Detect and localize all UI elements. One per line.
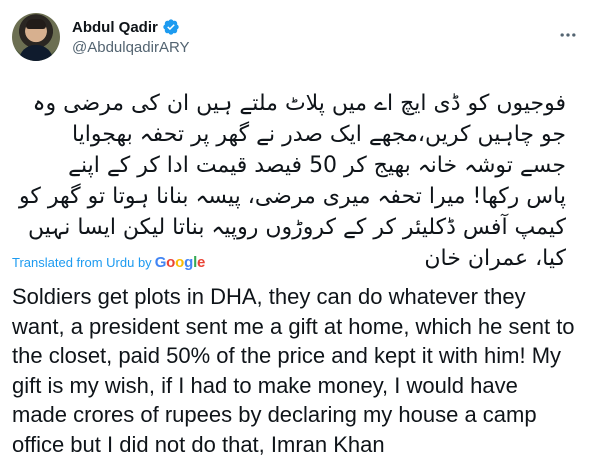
display-name[interactable]: Abdul Qadir bbox=[72, 19, 158, 36]
more-options-icon[interactable] bbox=[558, 25, 578, 50]
avatar-hair bbox=[26, 19, 46, 29]
user-handle[interactable]: @AbdulqadirARY bbox=[72, 39, 190, 56]
translation-attribution[interactable]: Translated from Urdu by Google bbox=[12, 254, 205, 271]
tweet-header: Abdul Qadir @AbdulqadirARY bbox=[12, 9, 578, 67]
avatar-body bbox=[19, 45, 53, 61]
verified-badge-icon bbox=[162, 18, 180, 36]
tweet-original-text: فوجیوں کو ڈی ایچ اے میں پلاٹ ملتے ہیں ان… bbox=[19, 91, 566, 271]
avatar[interactable] bbox=[12, 13, 60, 61]
tweet-translated-text: Soldiers get plots in DHA, they can do w… bbox=[12, 284, 575, 457]
translated-label: Translated from Urdu by bbox=[12, 255, 152, 270]
google-logo: Google bbox=[154, 254, 206, 271]
name-row: Abdul Qadir bbox=[72, 18, 180, 36]
